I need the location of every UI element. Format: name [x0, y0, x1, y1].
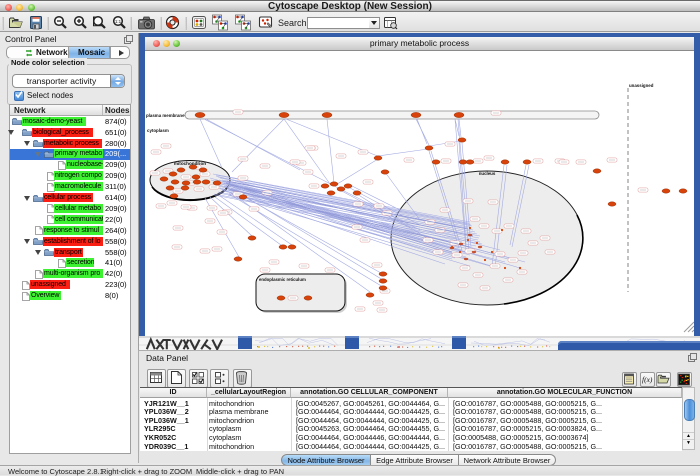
- svg-text:nucleus: nucleus: [479, 171, 496, 176]
- svg-text:mitochondrion: mitochondrion: [174, 161, 206, 166]
- svg-text:f(x): f(x): [642, 375, 653, 384]
- svg-text:1:1: 1:1: [115, 19, 122, 24]
- svg-text:plasma membrane: plasma membrane: [146, 113, 185, 118]
- svg-text:cytoplasm: cytoplasm: [147, 128, 169, 133]
- svg-text:endoplasmic reticulum: endoplasmic reticulum: [259, 277, 306, 282]
- svg-text:unassigned: unassigned: [629, 83, 654, 88]
